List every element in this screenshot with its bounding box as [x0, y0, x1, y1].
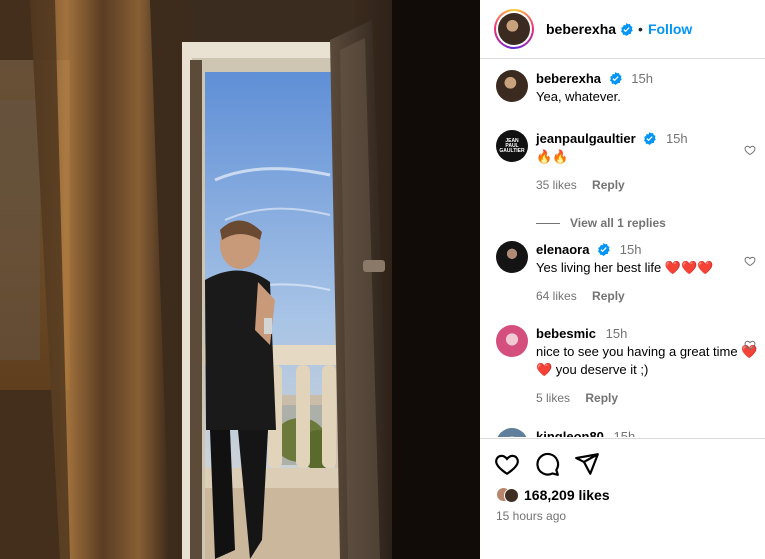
comment-item: beberexha 15h Yea, whatever. [496, 70, 756, 110]
comment-heart-icon[interactable] [744, 255, 756, 267]
likes-count[interactable]: 168,209 likes [524, 487, 610, 503]
heart-icon[interactable] [494, 451, 520, 477]
view-replies-label: View all 1 replies [570, 216, 666, 230]
avatar-logo-text: JEAN PAUL GAULTIER [499, 137, 525, 154]
view-replies-button[interactable]: View all 1 replies [536, 216, 666, 230]
liker-avatars [496, 486, 519, 504]
comment-time: 15h [613, 429, 636, 437]
post-sidebar: beberexha • Follow beberexha 15h Yea, wh… [480, 0, 765, 559]
comment-avatar[interactable] [496, 428, 528, 437]
comment-item: JEAN PAUL GAULTIER jeanpaulgaultier 15h … [496, 130, 756, 200]
verified-badge-icon [598, 243, 610, 256]
replies-line [536, 222, 560, 224]
comment-text: 🔥🔥 [536, 149, 569, 164]
post-header: beberexha • Follow [480, 0, 765, 59]
comment-heart-icon[interactable] [744, 144, 756, 156]
post-actions: 168,209 likes 15 hours ago [480, 438, 765, 559]
comment-time: 15h [665, 131, 688, 146]
comment-username[interactable]: jeanpaulgaultier [536, 131, 636, 146]
author-avatar[interactable] [494, 9, 534, 49]
reply-button[interactable]: Reply [592, 178, 625, 192]
comment-username[interactable]: bebesmic [536, 326, 596, 341]
reply-button[interactable]: Reply [585, 391, 618, 405]
comment-heart-icon[interactable] [744, 339, 756, 351]
share-icon[interactable] [574, 451, 600, 477]
verified-badge-icon [609, 72, 622, 85]
comment-item: bebesmic 15h nice to see you having a gr… [496, 325, 757, 415]
follow-button[interactable]: Follow [648, 21, 692, 37]
author-username[interactable]: beberexha [546, 21, 616, 37]
post-photo[interactable] [0, 0, 480, 559]
verified-badge-icon [621, 22, 633, 36]
header-separator: • [638, 21, 643, 37]
comment-likes[interactable]: 5 likes [536, 391, 570, 405]
comment-text: Yea, whatever. [536, 89, 621, 104]
comment-text: nice to see you having a great time ❤️❤️… [536, 344, 758, 377]
comment-avatar[interactable] [496, 70, 528, 102]
reply-button[interactable]: Reply [592, 289, 625, 303]
comment-username[interactable]: kingleon80 [536, 429, 604, 437]
comment-item: elenaora 15h Yes living her best life ❤️… [496, 241, 756, 311]
post-timestamp[interactable]: 15 hours ago [496, 509, 566, 523]
verified-badge-icon [644, 132, 657, 145]
comment-icon[interactable] [534, 451, 560, 477]
comment-time: 15h [619, 242, 642, 257]
post-image [0, 0, 480, 559]
comment-item: kingleon80 15h [496, 428, 756, 437]
comments-list[interactable]: beberexha 15h Yea, whatever. JEAN PAUL G… [480, 60, 765, 437]
comment-time: 15h [605, 326, 628, 341]
comment-username[interactable]: beberexha [536, 71, 601, 86]
comment-time: 15h [631, 71, 653, 86]
comment-text: Yes living her best life ❤️❤️❤️ [536, 260, 714, 275]
comment-avatar[interactable]: JEAN PAUL GAULTIER [496, 130, 528, 162]
comment-likes[interactable]: 64 likes [536, 289, 577, 303]
comment-avatar[interactable] [496, 325, 528, 357]
comment-username[interactable]: elenaora [536, 242, 589, 257]
comment-avatar[interactable] [496, 241, 528, 273]
comment-likes[interactable]: 35 likes [536, 178, 577, 192]
likes-summary[interactable]: 168,209 likes [496, 486, 610, 504]
